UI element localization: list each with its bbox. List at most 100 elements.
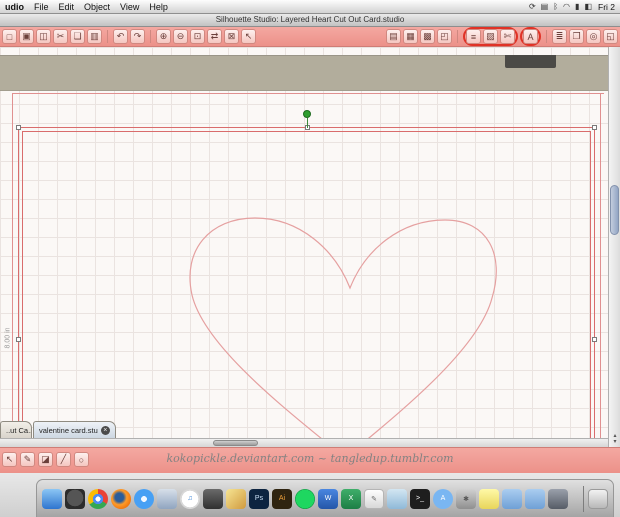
toolbar-button-page-settings[interactable]: ▤: [386, 29, 401, 44]
dock-icon-glyph: ♫: [187, 495, 192, 502]
toolbar-button-line-style[interactable]: ≡: [466, 29, 481, 44]
dock-icon-mail[interactable]: [157, 489, 177, 509]
dock-icon-terminal[interactable]: >_: [410, 489, 430, 509]
toolbar-icon-glyph: ↷: [134, 31, 142, 42]
dock-icon-textedit[interactable]: ✎: [364, 489, 384, 509]
toolbar-icon-glyph: ▩: [423, 31, 432, 42]
menu-item[interactable]: Object: [84, 2, 110, 12]
vertical-scrollbar[interactable]: ▴ ▾: [608, 47, 620, 447]
dock-icon-excel[interactable]: X: [341, 489, 361, 509]
toolbar-icon-glyph: □: [7, 32, 12, 42]
toolbar-separator: [150, 30, 151, 43]
toolbar-button-drag-zoom[interactable]: ⇄: [207, 29, 222, 44]
status-icon-displays[interactable]: ▤: [541, 2, 549, 11]
toolbar-button-cut-settings[interactable]: ✄: [500, 29, 515, 44]
horizontal-scrollbar-thumb[interactable]: [213, 440, 258, 446]
selection-handle-top-right[interactable]: [592, 125, 597, 130]
toolbar-button-redo[interactable]: ↷: [130, 29, 145, 44]
toolbar-button-registration-marks[interactable]: ◰: [437, 29, 452, 44]
scroll-down-arrow-icon[interactable]: ▾: [609, 439, 620, 445]
dock-icon-finder[interactable]: [42, 489, 62, 509]
toolbar-icon-glyph: ▨: [486, 31, 495, 42]
page-tools-group: ▤▦ ▩ ◰: [386, 29, 452, 44]
toolbar-button-modify[interactable]: ◱: [603, 29, 618, 44]
dock-icon-glyph: A: [441, 495, 446, 502]
main-toolbar: □▣◫✂❏▥ ↶↷ ⊕⊖⊡⇄⊠↖ ▤▦▩◰ ≡▨✄ A ≣❐◎◱: [0, 27, 620, 47]
text-style-button[interactable]: A: [523, 29, 538, 44]
toolbar-button-reveal-cutting-mat[interactable]: ▦: [403, 29, 418, 44]
toolbar-button-text-align[interactable]: ≣: [552, 29, 567, 44]
dock-icon-folder-applications[interactable]: [502, 489, 522, 509]
dock-icon-itunes[interactable]: ♫: [180, 489, 200, 509]
toolbar-button-zoom-in[interactable]: ⊕: [156, 29, 171, 44]
toolbar-button-zoom-selection[interactable]: ⊡: [190, 29, 205, 44]
status-icon-bluetooth[interactable]: ᛒ: [553, 2, 558, 11]
selection-handle-mid-left[interactable]: [16, 337, 21, 342]
toolbar-separator: [107, 30, 108, 43]
vertical-scrollbar-thumb[interactable]: [610, 185, 619, 235]
toolbar-button-fit-to-page[interactable]: ⊠: [224, 29, 239, 44]
dock-icon-spotify[interactable]: [295, 489, 315, 509]
dock-icon-iphoto[interactable]: [226, 489, 246, 509]
menu-item[interactable]: File: [34, 2, 49, 12]
toolbar-button-replicate[interactable]: ❐: [569, 29, 584, 44]
document-tab-valentine-card[interactable]: valentine card.stu ×: [33, 421, 116, 438]
toolbar-button-new-document[interactable]: □: [2, 29, 17, 44]
tab-close-icon[interactable]: ×: [101, 426, 110, 435]
status-icon-time-machine[interactable]: ⟳: [529, 2, 536, 11]
dock-icon-photo-booth[interactable]: [203, 489, 223, 509]
rotation-handle-stem: [307, 118, 308, 128]
horizontal-scrollbar[interactable]: [0, 438, 608, 447]
dock-icon-preview[interactable]: [387, 489, 407, 509]
window-title: Silhouette Studio: Layered Heart Cut Out…: [216, 15, 405, 24]
design-canvas[interactable]: 8.00 in: [0, 47, 608, 446]
dock-icon-illustrator[interactable]: Ai: [272, 489, 292, 509]
toolbar-icon-glyph: ⊖: [177, 31, 185, 42]
rotation-handle[interactable]: [303, 110, 311, 118]
dock-icon-firefox[interactable]: [111, 489, 131, 509]
window-titlebar: Silhouette Studio: Layered Heart Cut Out…: [0, 14, 620, 27]
bottom-toolbar: ↖✎◪╱○ kokopickle.deviantart.com ~ tangle…: [0, 447, 620, 473]
dock-icon-chrome[interactable]: [88, 489, 108, 509]
toolbar-button-show-grid[interactable]: ▩: [420, 29, 435, 44]
dock-icon-word[interactable]: W: [318, 489, 338, 509]
document-tab-cut-out-card[interactable]: ..ut Ca.. ×: [0, 421, 32, 438]
toolbar-button-cut[interactable]: ✂: [53, 29, 68, 44]
toolbar-button-open-document[interactable]: ▣: [19, 29, 34, 44]
menu-item[interactable]: Edit: [59, 2, 75, 12]
status-icon-volume[interactable]: ◧: [584, 2, 592, 11]
toolbar-icon-glyph: ⇄: [211, 31, 219, 42]
toolbar-button-copy[interactable]: ❏: [70, 29, 85, 44]
dock-icon-system-preferences[interactable]: ✱: [456, 489, 476, 509]
toolbar-button-offset[interactable]: ◎: [586, 29, 601, 44]
selection-bounding-box: [18, 127, 595, 446]
menu-item[interactable]: View: [120, 2, 139, 12]
toolbar-icon-glyph: ≣: [556, 31, 564, 42]
dock-icon-stickies[interactable]: [479, 489, 499, 509]
dock-icon-safari[interactable]: [134, 489, 154, 509]
menubar-clock[interactable]: Fri 2: [598, 2, 615, 12]
toolbar-button-fill-style[interactable]: ▨: [483, 29, 498, 44]
toolbar-button-select-cursor[interactable]: ↖: [241, 29, 256, 44]
app-menu-name[interactable]: udio: [5, 2, 24, 12]
dock-icon-folder-documents[interactable]: [525, 489, 545, 509]
dock-icon-app-store[interactable]: A: [433, 489, 453, 509]
history-tools-group: ↶↷: [113, 29, 145, 44]
status-icon-battery[interactable]: ▮: [575, 2, 579, 11]
toolbar-button-save-document[interactable]: ◫: [36, 29, 51, 44]
scrollbar-arrows[interactable]: ▴ ▾: [609, 433, 620, 445]
menu-item[interactable]: Help: [149, 2, 168, 12]
dock-icon-glyph: ✱: [463, 495, 469, 503]
dock-icon-photoshop[interactable]: Ps: [249, 489, 269, 509]
selection-handle-top-left[interactable]: [16, 125, 21, 130]
dock-icon-calculator[interactable]: [548, 489, 568, 509]
selection-handle-mid-right[interactable]: [592, 337, 597, 342]
toolbar-button-undo[interactable]: ↶: [113, 29, 128, 44]
toolbar-button-zoom-out[interactable]: ⊖: [173, 29, 188, 44]
toolbar-icon-glyph: ✂: [57, 31, 65, 42]
dock-icon-dashboard[interactable]: [65, 489, 85, 509]
toolbar-button-paste[interactable]: ▥: [87, 29, 102, 44]
menubar: udio File Edit Object View Help ⟳ ▤ ᛒ ◠ ▮ ◧ Fri 2: [0, 0, 620, 14]
dock-icon-trash[interactable]: [588, 489, 608, 509]
status-icon-airport-wifi[interactable]: ◠: [563, 2, 570, 11]
